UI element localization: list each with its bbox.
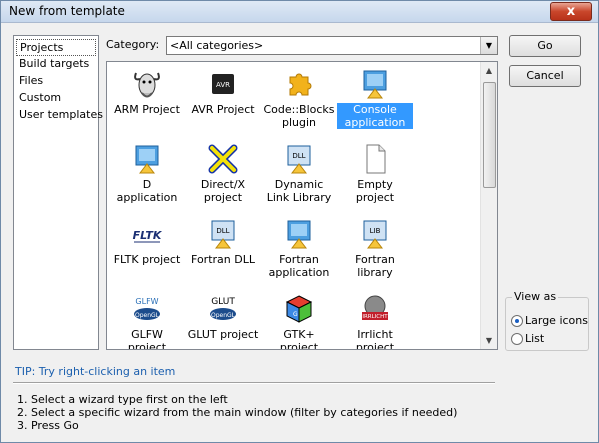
template-fortran-library[interactable]: LIB Fortran library	[337, 217, 413, 279]
radio-unchecked-icon[interactable]	[511, 333, 523, 345]
template-fltk-project[interactable]: FLTK FLTK project	[109, 217, 185, 266]
template-label: Fortran DLL	[191, 253, 255, 266]
option-label: Large icons	[525, 314, 588, 327]
scroll-up-icon[interactable]: ▲	[481, 62, 497, 79]
svg-text:LIB: LIB	[370, 227, 381, 235]
wizard-type-files[interactable]: Files	[16, 73, 96, 90]
template-dynamic-link-library[interactable]: DLL Dynamic Link Library	[261, 142, 337, 204]
directx-icon	[208, 144, 238, 174]
template-label: Dynamic Link Library	[266, 178, 332, 204]
fltk-icon: FLTK	[133, 229, 163, 243]
scrollbar-thumb[interactable]	[483, 82, 496, 188]
console-app-icon	[363, 70, 387, 99]
svg-text:OpenGL: OpenGL	[135, 312, 160, 319]
template-label: Fortran application	[268, 253, 330, 279]
instructions: 1. Select a wizard type first on the lef…	[17, 393, 457, 432]
category-label: Category:	[106, 38, 160, 51]
view-as-list-option[interactable]: List	[511, 332, 544, 346]
template-label: D application	[116, 178, 178, 204]
radio-checked-icon[interactable]	[511, 315, 523, 327]
template-label: Irrlicht project	[355, 328, 395, 350]
svg-text:AVR: AVR	[216, 81, 230, 89]
blank-page-icon	[366, 144, 386, 174]
instruction-step: 2. Select a specific wizard from the mai…	[17, 406, 458, 419]
wizard-type-projects[interactable]: Projects	[16, 39, 96, 56]
template-console-application[interactable]: Console application	[337, 67, 413, 129]
dll-icon: DLL	[287, 145, 311, 174]
gnu-icon	[134, 72, 160, 98]
svg-text:G: G	[293, 311, 298, 318]
scroll-down-icon[interactable]: ▼	[481, 332, 497, 349]
go-button[interactable]: Go	[509, 35, 581, 57]
template-label: Empty project	[355, 178, 395, 204]
wizard-type-list: Projects Build targets Files Custom User…	[13, 35, 103, 350]
template-glut-project[interactable]: GLUT OpenGL GLUT project	[185, 292, 261, 341]
option-label: List	[525, 332, 545, 345]
puzzle-plugin-icon	[289, 73, 312, 96]
svg-text:OpenGL: OpenGL	[211, 312, 236, 319]
template-d-application[interactable]: D application	[109, 142, 185, 204]
wizard-type-user-templates[interactable]: User templates	[16, 107, 103, 124]
template-arm-project[interactable]: ARM Project	[109, 67, 185, 116]
view-as-group: View as Large icons List	[505, 290, 589, 351]
template-grid: ARM Project AVR AVR Project Code::Blocks…	[106, 61, 498, 350]
template-gtk-project[interactable]: G GTK+ project	[261, 292, 337, 350]
close-button[interactable]: x	[550, 2, 592, 21]
avr-chip-icon: AVR	[212, 74, 234, 94]
instruction-step: 3. Press Go	[17, 419, 79, 432]
glfw-logo-text: GLFW	[135, 297, 158, 306]
window-title: New from template	[9, 4, 125, 18]
template-label: Direct/X project	[200, 178, 246, 204]
fortran-app-icon	[287, 220, 311, 249]
tip-text: TIP: Try right-clicking an item	[15, 365, 176, 378]
template-fortran-application[interactable]: Fortran application	[261, 217, 337, 279]
new-from-template-dialog: New from template x Projects Build targe…	[0, 0, 599, 443]
template-avr-project[interactable]: AVR AVR Project	[185, 67, 261, 116]
template-label: GLFW project	[127, 328, 167, 350]
template-label: Code::Blocks plugin	[263, 103, 335, 129]
template-glfw-project[interactable]: GLFW OpenGL GLFW project	[109, 292, 185, 350]
template-label: Console application	[337, 103, 413, 129]
glut-logo-text: GLUT	[211, 297, 235, 307]
template-codeblocks-plugin[interactable]: Code::Blocks plugin	[261, 67, 337, 129]
close-icon: x	[566, 4, 576, 19]
template-label: GTK+ project	[279, 328, 319, 350]
wizard-type-build-targets[interactable]: Build targets	[16, 56, 96, 73]
template-label: AVR Project	[191, 103, 255, 116]
fortran-lib-icon: LIB	[363, 220, 387, 249]
svg-text:DLL: DLL	[292, 152, 305, 160]
irrlicht-icon: IRRLICHT	[362, 295, 388, 320]
template-fortran-dll[interactable]: DLL Fortran DLL	[185, 217, 261, 266]
svg-text:FLTK: FLTK	[133, 229, 163, 242]
template-grid-scrollbar[interactable]: ▲ ▼	[480, 62, 497, 349]
wizard-type-custom[interactable]: Custom	[16, 90, 96, 107]
view-as-title: View as	[512, 290, 559, 303]
category-dropdown[interactable]: <All categories> ▼	[166, 36, 498, 55]
d-app-icon	[135, 145, 159, 174]
title-bar[interactable]: New from template x	[1, 1, 598, 23]
template-label: GLUT project	[187, 328, 259, 341]
svg-text:IRRLICHT: IRRLICHT	[362, 314, 388, 320]
cancel-button[interactable]: Cancel	[509, 65, 581, 87]
fortran-dll-icon: DLL	[211, 220, 235, 249]
category-selected-value: <All categories>	[170, 39, 264, 52]
svg-text:DLL: DLL	[216, 227, 229, 235]
template-label: FLTK project	[113, 253, 181, 266]
glut-icon: GLUT OpenGL	[210, 297, 236, 320]
template-empty-project[interactable]: Empty project	[337, 142, 413, 204]
gtk-icon: G	[285, 295, 313, 323]
template-directx-project[interactable]: Direct/X project	[185, 142, 261, 204]
template-irrlicht-project[interactable]: IRRLICHT Irrlicht project	[337, 292, 413, 350]
glfw-icon: GLFW OpenGL	[134, 297, 160, 320]
divider	[13, 382, 495, 384]
template-label: ARM Project	[114, 103, 180, 116]
view-as-large-icons-option[interactable]: Large icons	[511, 314, 588, 328]
template-label: Fortran library	[355, 253, 395, 279]
instruction-step: 1. Select a wizard type first on the lef…	[17, 393, 228, 406]
chevron-down-icon[interactable]: ▼	[480, 37, 497, 54]
